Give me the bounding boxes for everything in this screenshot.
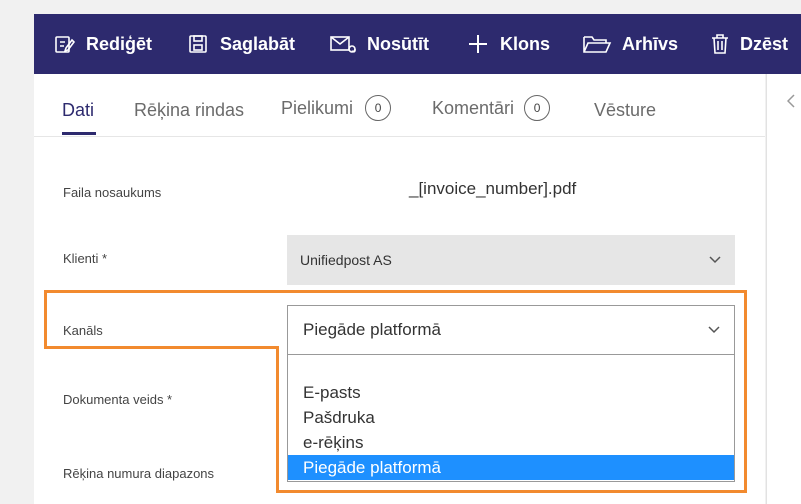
channel-label: Kanāls (63, 323, 103, 338)
tab-history-label: Vēsture (594, 100, 657, 120)
tabs-divider (34, 136, 765, 137)
client-select-value: Unifiedpost AS (300, 252, 392, 268)
plus-icon (466, 32, 490, 56)
channel-select[interactable]: Piegāde platformā (287, 305, 735, 355)
edit-button-label: Rediģēt (86, 33, 153, 54)
side-panel (766, 74, 801, 504)
tab-invoice-rows-label: Rēķina rindas (134, 100, 245, 120)
chevron-left-icon[interactable] (786, 94, 795, 113)
main-panel: Dati Rēķina rindas Pielikumi 0 Komentāri… (34, 74, 765, 504)
channel-dropdown-list: E-pasts Pašdruka e-rēķins Piegāde platfo… (287, 355, 735, 482)
delete-button[interactable]: Dzēst (710, 14, 788, 74)
tab-comments-label: Komentāri (432, 97, 515, 118)
tab-comments[interactable]: Komentāri 0 (432, 95, 551, 121)
comments-count-badge: 0 (524, 95, 551, 121)
tab-attachments-label: Pielikumi (281, 97, 354, 118)
tab-dati[interactable]: Dati (62, 100, 94, 121)
channel-select-value: Piegāde platformā (303, 320, 441, 339)
trash-icon (710, 32, 730, 56)
client-select[interactable]: Unifiedpost AS (287, 235, 735, 285)
save-button[interactable]: Saglabāt (186, 14, 295, 74)
attachments-count-badge: 0 (365, 95, 392, 121)
active-tab-indicator (62, 132, 96, 135)
save-icon (186, 32, 210, 56)
delete-button-label: Dzēst (740, 33, 789, 54)
channel-option-pasdruka[interactable]: Pašdruka (288, 405, 734, 430)
edit-icon (52, 32, 76, 56)
document-type-label: Dokumenta veids * (63, 392, 173, 407)
channel-option-platform-delivery[interactable]: Piegāde platformā (288, 455, 734, 480)
clone-button-label: Klons (500, 33, 551, 54)
clone-button[interactable]: Klons (466, 14, 550, 74)
send-button[interactable]: Nosūtīt (329, 14, 429, 74)
toolbar: Rediģēt Saglabāt Nosūtīt Klons Arhīvs Dz… (34, 14, 801, 74)
tab-attachments[interactable]: Pielikumi 0 (281, 95, 392, 121)
folder-icon (582, 32, 612, 56)
send-mail-icon (329, 32, 357, 56)
save-button-label: Saglabāt (220, 33, 296, 54)
send-button-label: Nosūtīt (367, 33, 429, 54)
chevron-down-icon (709, 253, 721, 267)
chevron-down-icon (708, 323, 720, 337)
client-label: Klienti * (63, 251, 108, 266)
archive-button-label: Arhīvs (622, 33, 679, 54)
file-name-label: Faila nosaukums (63, 185, 162, 200)
edit-button[interactable]: Rediģēt (52, 14, 152, 74)
invoice-range-label: Rēķina numura diapazons (63, 466, 215, 481)
channel-option-epasts[interactable]: E-pasts (288, 380, 734, 405)
tab-invoice-rows[interactable]: Rēķina rindas (134, 100, 244, 121)
file-name-value: _[invoice_number].pdf (409, 179, 577, 198)
tab-dati-label: Dati (62, 100, 95, 120)
archive-button[interactable]: Arhīvs (582, 14, 678, 74)
tab-history[interactable]: Vēsture (594, 100, 656, 121)
channel-option-erekins[interactable]: e-rēķins (288, 430, 734, 455)
